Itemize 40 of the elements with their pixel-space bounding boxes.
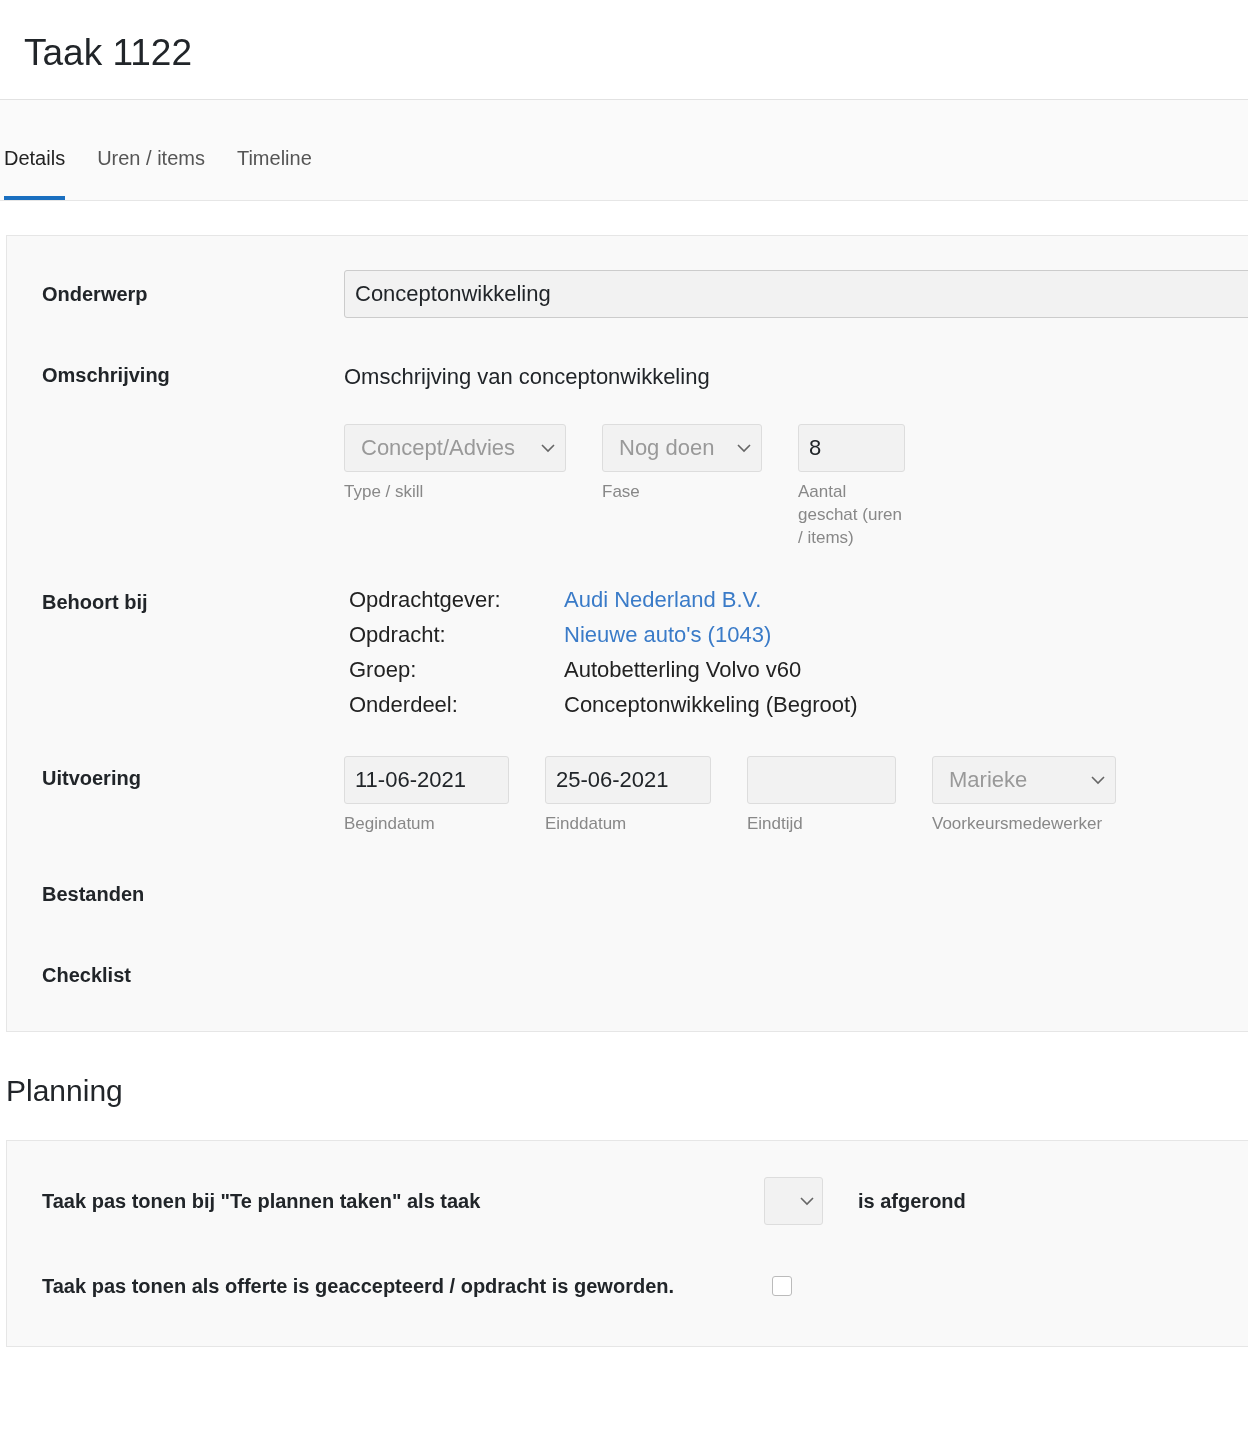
input-field[interactable] [747,756,896,804]
field-caption: Voorkeursmedewerker [932,813,1104,835]
info-label: Opdrachtgever: [349,587,502,613]
input-field[interactable]: 11-06-2021 [344,756,509,804]
field-label: Uitvoering [42,767,142,790]
tab[interactable]: Timeline [236,147,312,200]
info-link[interactable]: Nieuwe auto's (1043) [564,622,858,648]
input-field[interactable]: 8 [798,424,905,472]
field-caption: Eindtijd [747,813,804,835]
subject-field[interactable]: Conceptonwikkeling [344,270,1248,318]
option-text: Taak pas tonen als offerte is geaccepteerd / opdracht is geworden. [42,1274,676,1298]
section-title: Planning [6,1074,124,1108]
field-label: Bestanden [42,883,146,906]
field-caption: Type / skill [344,481,425,503]
description-text: Omschrijving van conceptonwikkeling [344,364,710,390]
info-value: Autobetterling Volvo v60 [564,657,803,683]
field-label: Omschrijving [42,364,171,387]
chevron-down-icon [737,443,751,453]
info-label: Onderdeel: [349,692,459,718]
checkbox[interactable] [772,1276,792,1296]
tab[interactable]: Details [4,147,66,200]
field-caption: Einddatum [545,813,628,835]
info-link[interactable]: Audi Nederland B.V. [564,587,858,613]
field-label: Checklist [42,964,132,987]
option-text: Taak pas tonen bij "Te plannen taken" als taak [42,1189,482,1213]
input-field[interactable]: 25-06-2021 [545,756,711,804]
chevron-down-icon [541,443,555,453]
option-text: is afgerond [858,1189,966,1213]
chevron-down-icon [800,1196,814,1206]
field-caption: Fase [602,481,641,503]
field-label: Behoort bij [42,591,149,614]
info-label: Groep: [349,657,418,683]
info-value: Conceptonwikkeling (Begroot) [564,692,858,718]
field-caption: Begindatum [344,813,436,835]
dropdown[interactable] [764,1177,823,1225]
tab[interactable]: Uren / items [97,147,205,200]
field-caption: Aantal geschat (uren / items) [798,481,903,549]
info-label: Opdracht: [349,622,447,648]
field-label: Onderwerp [42,282,149,306]
chevron-down-icon [1091,775,1105,785]
